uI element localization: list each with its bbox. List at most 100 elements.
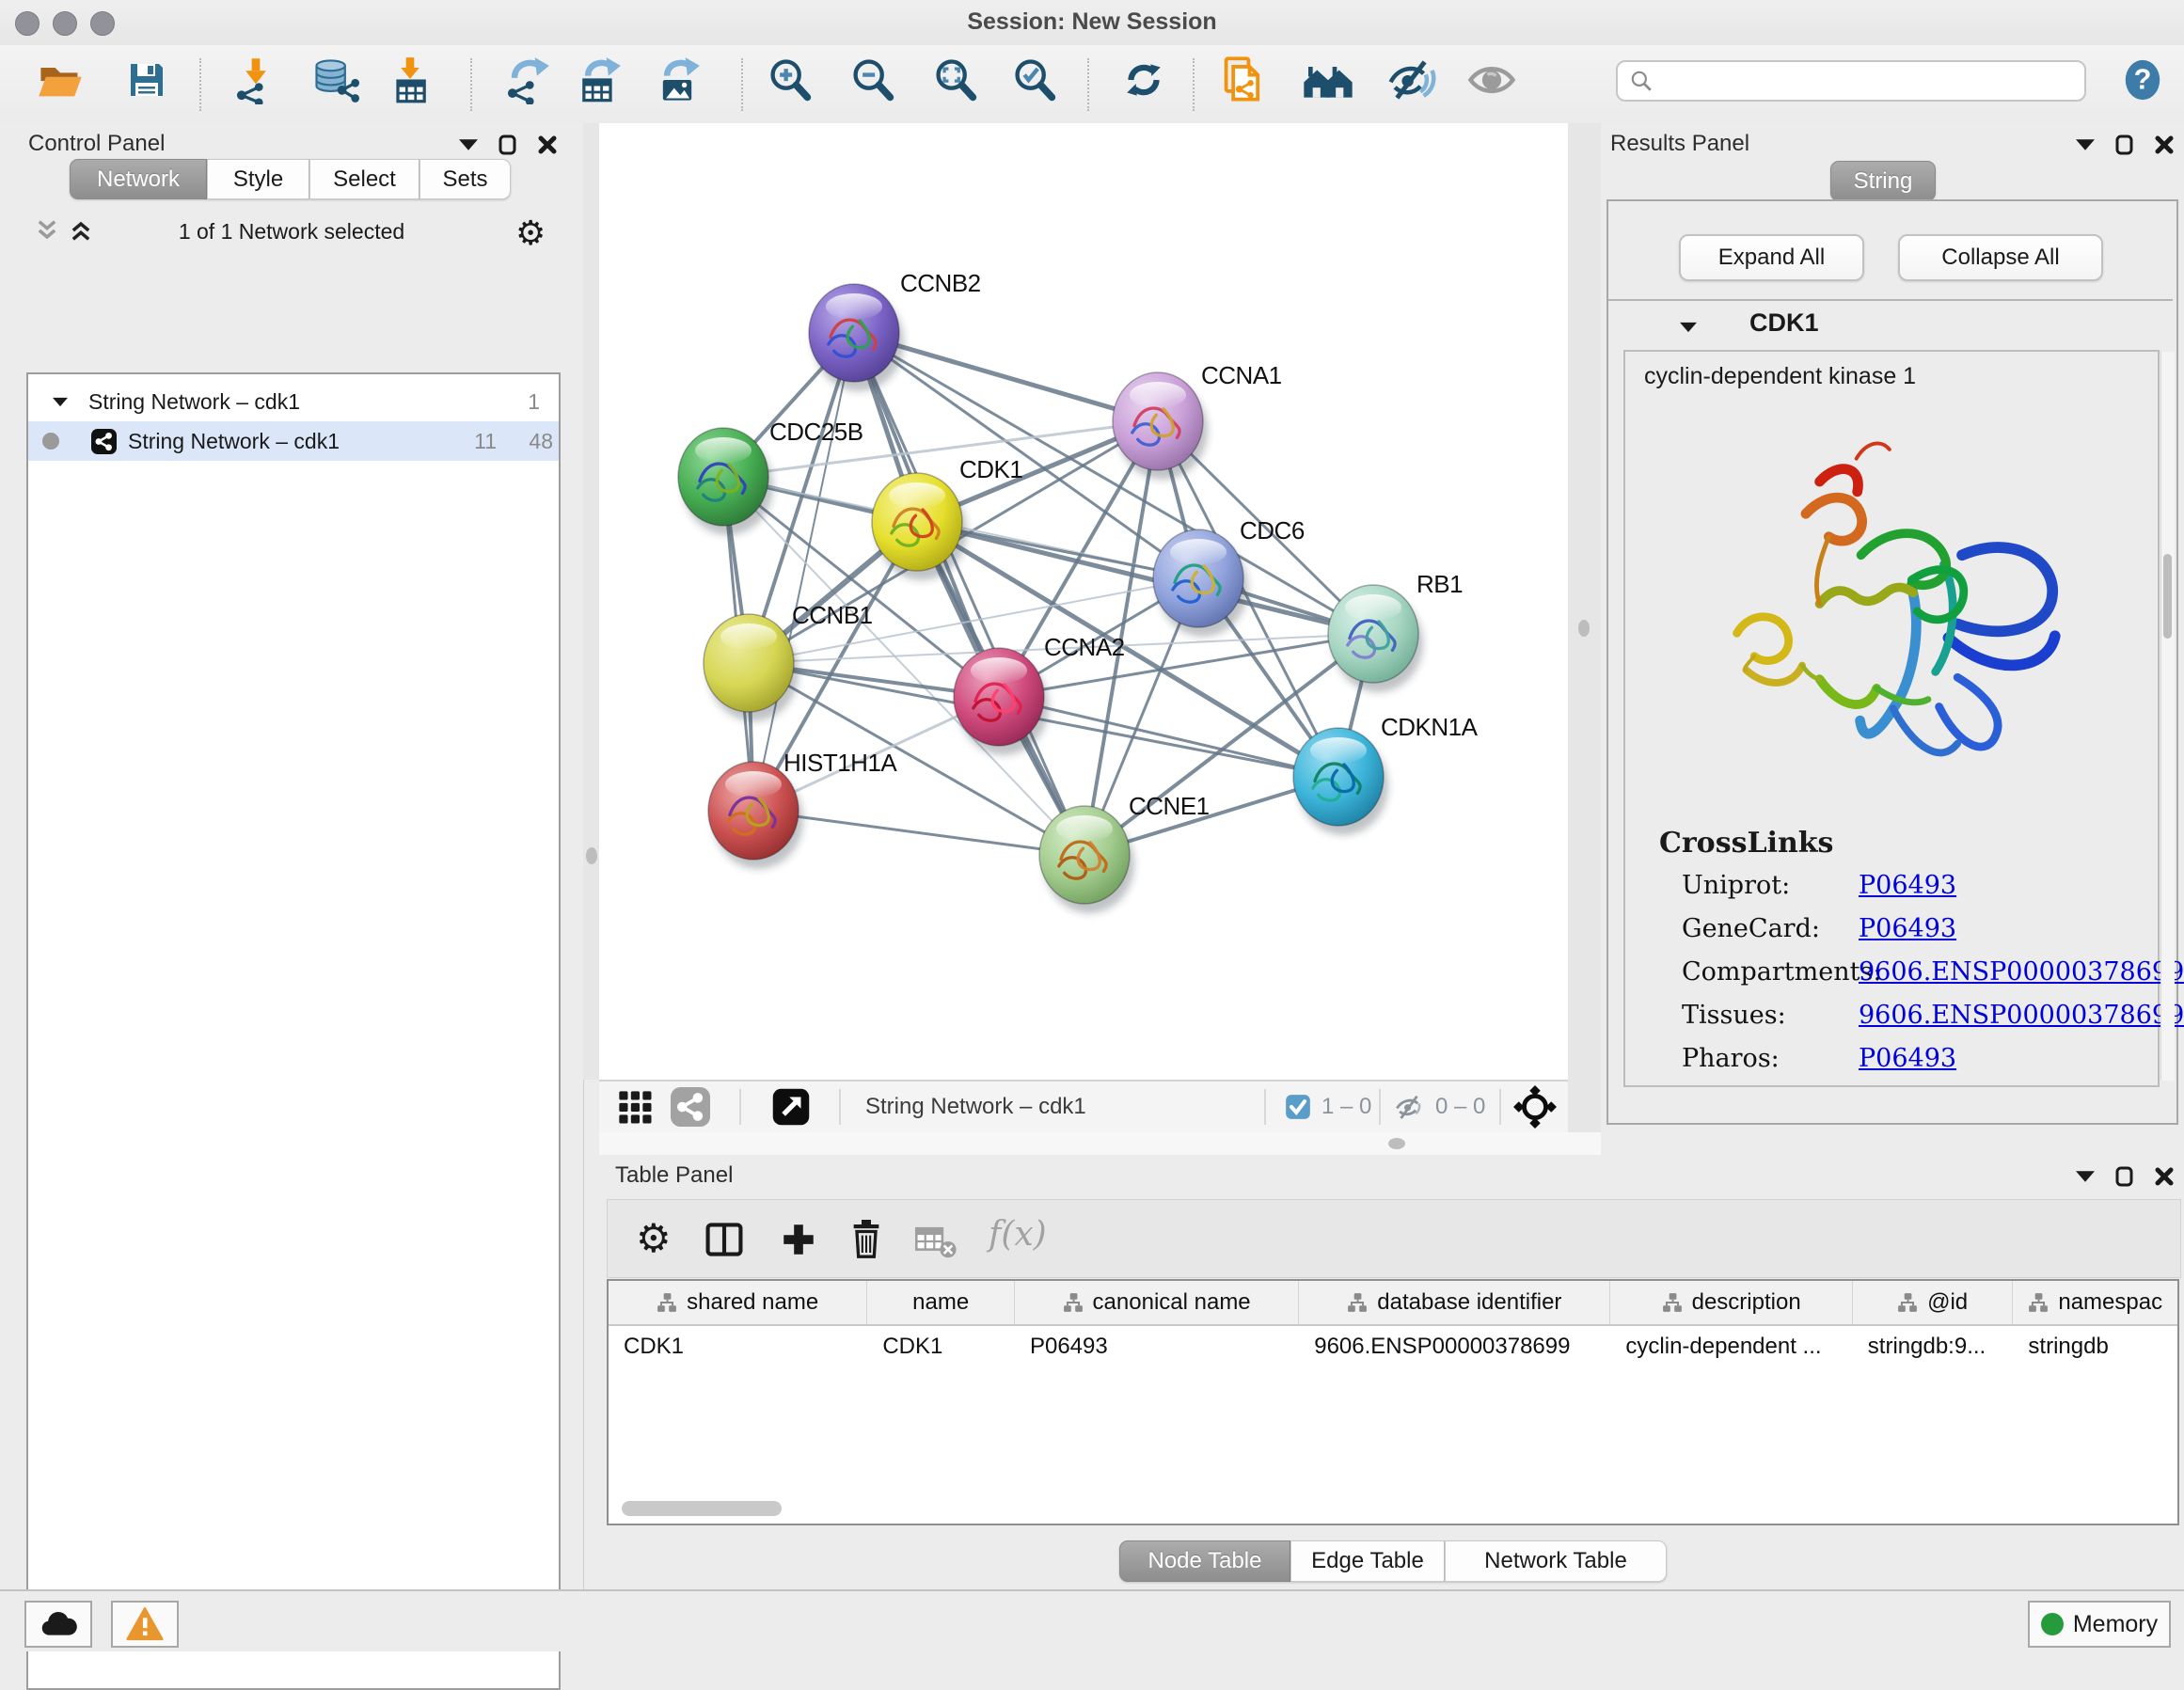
- panel-float-icon[interactable]: [2076, 1171, 2095, 1182]
- show-all-button[interactable]: [1465, 54, 1518, 106]
- table-settings-gear-icon[interactable]: ⚙: [636, 1215, 672, 1261]
- tab-network[interactable]: Network: [70, 159, 207, 199]
- network-node-CCNB2[interactable]: CCNB2: [809, 269, 981, 391]
- crosslink-uniprot-link[interactable]: P06493: [1859, 871, 1956, 900]
- apply-layout-button[interactable]: [1117, 54, 1170, 106]
- import-network-button[interactable]: [229, 54, 282, 106]
- import-network-from-database-button[interactable]: [309, 54, 361, 106]
- warnings-button[interactable]: [111, 1601, 179, 1648]
- panel-close-icon[interactable]: [2155, 1167, 2174, 1186]
- tab-string[interactable]: String: [1830, 161, 1936, 201]
- panel-close-icon[interactable]: [538, 135, 557, 154]
- function-builder-icon[interactable]: f(x): [989, 1215, 1047, 1254]
- column-header-namespace[interactable]: namespac: [2013, 1281, 2177, 1324]
- column-header-id[interactable]: @id: [1853, 1281, 2014, 1324]
- network-view-share-button[interactable]: [671, 1087, 710, 1131]
- network-node-CDC25B[interactable]: CDC25B: [678, 418, 863, 535]
- show-columns-icon[interactable]: [704, 1219, 745, 1260]
- search-input[interactable]: [1654, 67, 2062, 95]
- panel-float-icon[interactable]: [459, 139, 478, 150]
- table-row[interactable]: CDK1 CDK1 P06493 9606.ENSP00000378699 cy…: [609, 1326, 2177, 1367]
- separator: [839, 1089, 841, 1125]
- table-horizontal-scrollbar[interactable]: [622, 1501, 782, 1516]
- save-session-button[interactable]: [120, 54, 173, 106]
- grid-mode-button[interactable]: [616, 1088, 654, 1130]
- zoom-in-button[interactable]: [764, 54, 816, 106]
- network-edge-CCNA2-CDKN1A[interactable]: [999, 697, 1338, 777]
- network-tree-child-row[interactable]: String Network – cdk1 11 48: [28, 421, 559, 461]
- panel-maximize-icon[interactable]: [2115, 1166, 2134, 1187]
- tab-style[interactable]: Style: [207, 159, 309, 199]
- network-edge-CCNB2-HIST1H1A[interactable]: [753, 333, 854, 811]
- network-node-CCNB1[interactable]: CCNB1: [704, 601, 873, 721]
- tab-sets[interactable]: Sets: [419, 159, 511, 199]
- results-content-box: Expand All Collapse All CDK1 cyclin-depe…: [1606, 199, 2178, 1125]
- node-label-CDC6: CDC6: [1240, 516, 1305, 545]
- zoom-selected-button[interactable]: [1008, 54, 1061, 106]
- delete-table-icon[interactable]: [914, 1224, 957, 1259]
- zoom-out-button[interactable]: [847, 54, 899, 106]
- splitter-handle[interactable]: [1578, 620, 1590, 637]
- network-node-CCNA1[interactable]: CCNA1: [1113, 361, 1282, 480]
- help-button[interactable]: ?: [2116, 54, 2169, 106]
- hide-selected-button[interactable]: [1385, 54, 1437, 106]
- network-node-HIST1H1A[interactable]: HIST1H1A: [708, 749, 897, 869]
- right-splitter[interactable]: [1568, 123, 1601, 1155]
- network-edge-CDK1-RB1[interactable]: [917, 522, 1373, 634]
- panel-maximize-icon[interactable]: [2115, 134, 2134, 155]
- network-node-CDK1[interactable]: CDK1: [872, 455, 1022, 580]
- selected-checkbox[interactable]: [1285, 1094, 1311, 1125]
- expand-all-networks-button[interactable]: [68, 217, 94, 248]
- column-header-name[interactable]: name: [867, 1281, 1015, 1324]
- first-neighbors-button[interactable]: [1302, 54, 1354, 106]
- expand-all-button[interactable]: Expand All: [1679, 234, 1864, 281]
- panel-close-icon[interactable]: [2155, 135, 2174, 154]
- results-scrollbar[interactable]: [2160, 352, 2175, 1081]
- tab-network-table[interactable]: Network Table: [1445, 1540, 1667, 1582]
- network-node-CDC6[interactable]: CDC6: [1153, 516, 1305, 637]
- network-canvas[interactable]: CCNB2CCNA1CDC25BCDK1CDC6RB1CCNB1CCNA2CDK…: [599, 123, 1568, 1080]
- fit-selection-button[interactable]: [1513, 1085, 1557, 1133]
- crosslink-compartments-link[interactable]: 9606.ENSP00000378699: [1859, 957, 2184, 987]
- network-options-gear-icon[interactable]: ⚙: [515, 213, 546, 253]
- export-image-button[interactable]: [651, 54, 704, 106]
- export-network-button[interactable]: [500, 54, 553, 106]
- network-node-RB1[interactable]: RB1: [1328, 570, 1463, 692]
- crosslink-pharos-link[interactable]: P06493: [1859, 1044, 1956, 1073]
- collapse-all-button[interactable]: Collapse All: [1898, 234, 2103, 281]
- cloud-status-button[interactable]: [24, 1601, 92, 1648]
- memory-button[interactable]: Memory: [2028, 1601, 2171, 1648]
- tab-node-table[interactable]: Node Table: [1119, 1540, 1290, 1582]
- panel-float-icon[interactable]: [2076, 139, 2095, 150]
- tab-select[interactable]: Select: [309, 159, 419, 199]
- collapse-all-networks-button[interactable]: [34, 217, 60, 248]
- add-column-icon[interactable]: [779, 1220, 818, 1259]
- crosslink-genecard-link[interactable]: P06493: [1859, 914, 1956, 943]
- tab-edge-table[interactable]: Edge Table: [1290, 1540, 1445, 1582]
- network-graph[interactable]: CCNB2CCNA1CDC25BCDK1CDC6RB1CCNB1CCNA2CDK…: [599, 123, 1568, 1080]
- birds-eye-toggle-button[interactable]: [771, 1087, 811, 1131]
- tree-expand-icon[interactable]: [53, 397, 68, 407]
- section-collapse-icon[interactable]: [1680, 322, 1697, 333]
- crosslink-tissues-link[interactable]: 9606.ENSP00000378699: [1859, 1001, 2184, 1030]
- export-table-button[interactable]: [572, 54, 625, 106]
- scrollbar-thumb[interactable]: [2163, 554, 2172, 639]
- duplicate-network-icon: [1219, 55, 1268, 104]
- delete-column-trash-icon[interactable]: [847, 1218, 885, 1259]
- open-session-button[interactable]: [34, 54, 87, 106]
- column-header-description[interactable]: description: [1610, 1281, 1852, 1324]
- column-header-canonical-name[interactable]: canonical name: [1015, 1281, 1299, 1324]
- import-table-button[interactable]: [384, 54, 436, 106]
- splitter-handle[interactable]: [1388, 1138, 1405, 1149]
- network-node-CCNE1[interactable]: CCNE1: [1039, 792, 1210, 913]
- splitter-handle[interactable]: [586, 847, 597, 864]
- table-panel: Table Panel ⚙ f(x) shared name: [599, 1155, 2184, 1589]
- panel-maximize-icon[interactable]: [499, 134, 517, 155]
- network-tree-root-row[interactable]: String Network – cdk1 1: [28, 382, 559, 421]
- left-splitter[interactable]: [583, 123, 599, 1080]
- zoom-fit-button[interactable]: [929, 54, 982, 106]
- network-node-CDKN1A[interactable]: CDKN1A: [1293, 713, 1479, 835]
- column-header-shared-name[interactable]: shared name: [609, 1281, 867, 1324]
- column-header-database-identifier[interactable]: database identifier: [1299, 1281, 1610, 1324]
- new-network-from-selection-button[interactable]: [1217, 54, 1270, 106]
